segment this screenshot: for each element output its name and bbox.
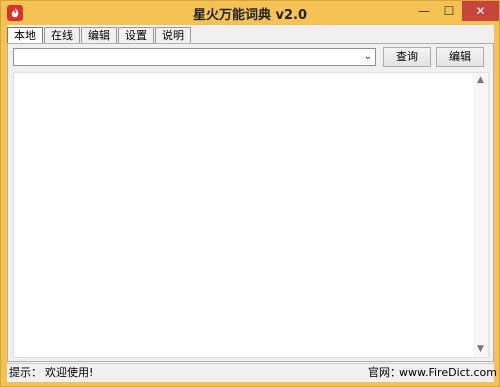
- tab-strip: 本地 在线 编辑 设置 说明: [7, 27, 192, 44]
- edit-button[interactable]: 编辑: [436, 47, 484, 67]
- tab-settings[interactable]: 设置: [118, 27, 154, 43]
- website-label: 官网：: [368, 366, 401, 379]
- search-combobox[interactable]: ⌄: [13, 48, 376, 66]
- vertical-scrollbar[interactable]: ▲ ▼: [473, 73, 488, 357]
- scroll-up-icon[interactable]: ▲: [473, 73, 488, 88]
- website-link[interactable]: www.FireDict.com: [399, 364, 497, 381]
- result-area[interactable]: ▲ ▼: [13, 72, 489, 358]
- status-message: 欢迎使用!: [45, 366, 94, 379]
- tab-edit[interactable]: 编辑: [81, 27, 117, 43]
- minimize-button[interactable]: —: [411, 1, 437, 21]
- tab-online[interactable]: 在线: [44, 27, 80, 43]
- close-button[interactable]: ✕: [462, 1, 499, 21]
- tab-page-local: ⌄ 查询 编辑 ▲ ▼: [7, 43, 494, 362]
- status-label: 提示：: [9, 366, 42, 379]
- title-bar[interactable]: 星火万能词典 v2.0 — ☐ ✕: [1, 1, 499, 25]
- status-bar: 提示： 欢迎使用! 官网： www.FireDict.com: [7, 363, 497, 381]
- main-window: 星火万能词典 v2.0 — ☐ ✕ 本地 在线 编辑 设置 说明 ⌄ 查询 编辑…: [0, 0, 500, 387]
- tab-help[interactable]: 说明: [155, 27, 191, 43]
- scroll-down-icon[interactable]: ▼: [473, 342, 488, 357]
- tab-local[interactable]: 本地: [7, 27, 43, 44]
- query-button[interactable]: 查询: [383, 47, 431, 67]
- maximize-button[interactable]: ☐: [437, 1, 461, 21]
- client-area: 本地 在线 编辑 设置 说明 ⌄ 查询 编辑 ▲ ▼ 提示： 欢迎使用! 官网：: [7, 25, 497, 382]
- chevron-down-icon[interactable]: ⌄: [364, 51, 372, 62]
